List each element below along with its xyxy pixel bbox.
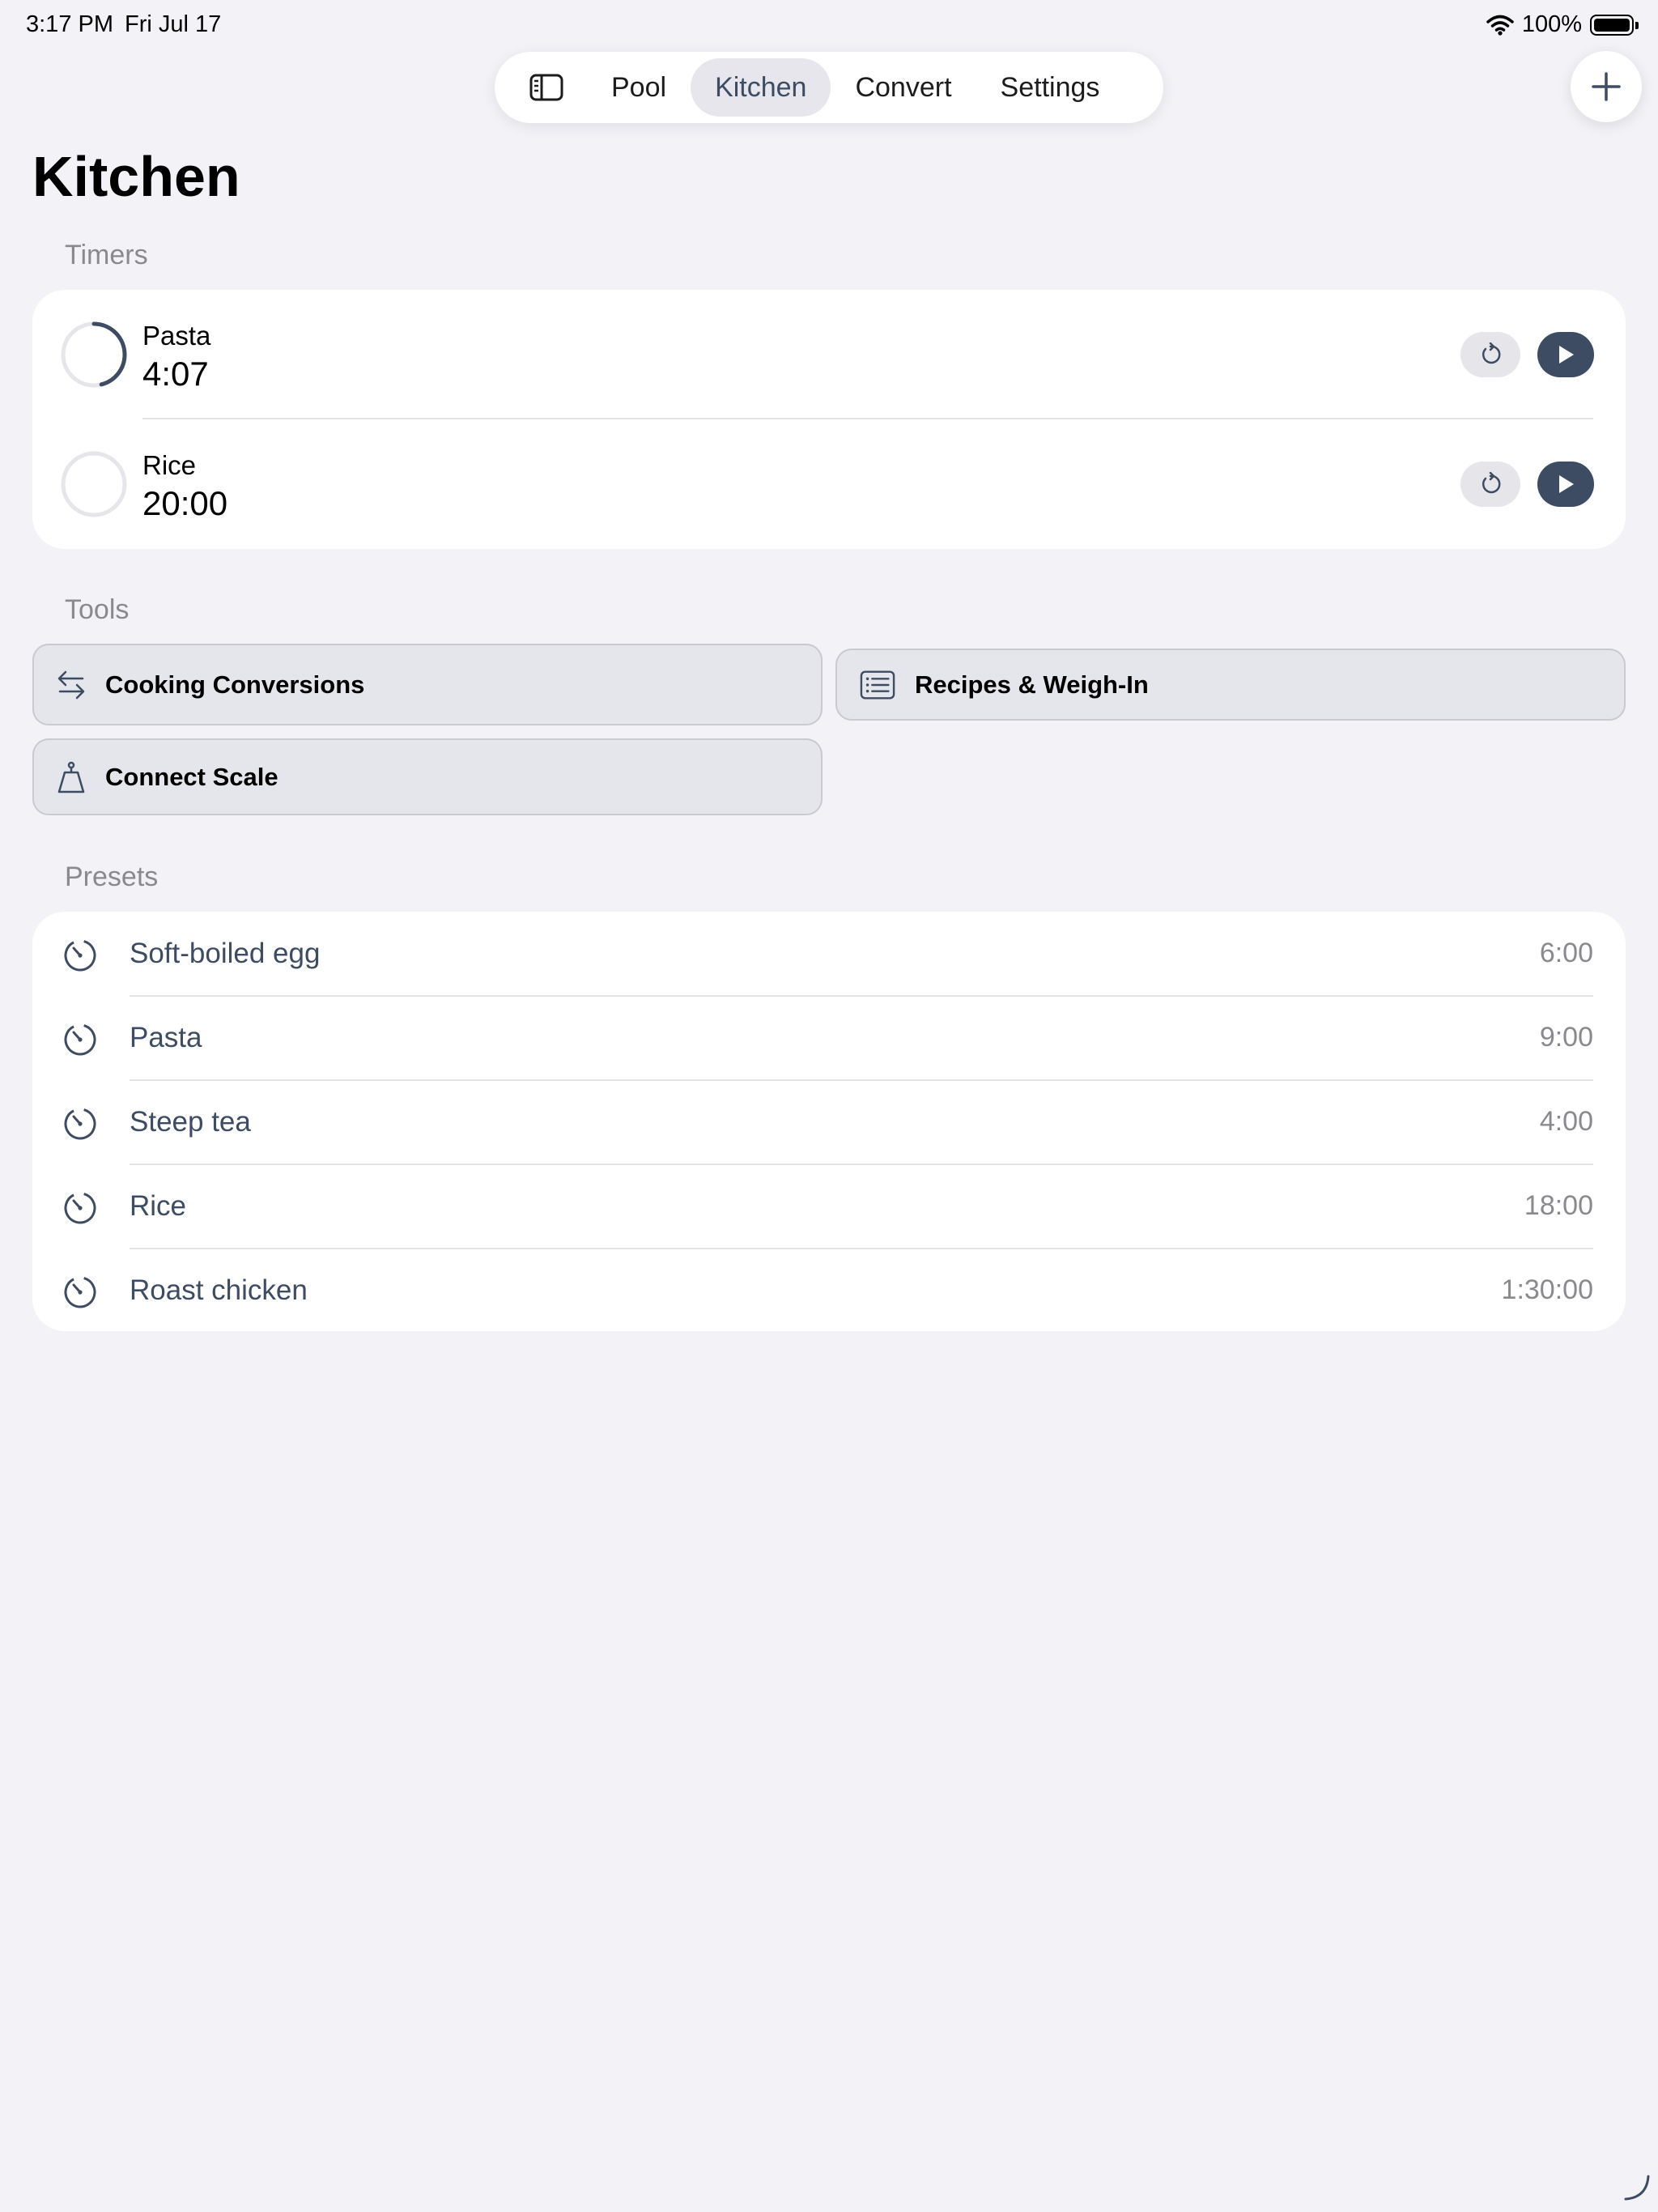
tab-kitchen[interactable]: Kitchen xyxy=(691,58,831,117)
battery-icon xyxy=(1590,14,1639,36)
play-icon xyxy=(1559,346,1574,364)
presets-section-header: Presets xyxy=(65,861,159,892)
timers-card: Pasta 4:07 Rice 20:00 xyxy=(32,290,1626,549)
tool-label: Connect Scale xyxy=(105,762,278,791)
add-button[interactable] xyxy=(1571,51,1642,122)
timer-icon xyxy=(64,1108,96,1140)
status-indicators: 100% xyxy=(1486,11,1639,38)
timer-play-button[interactable] xyxy=(1537,332,1594,377)
preset-row[interactable]: Rice 18:00 xyxy=(32,1164,1626,1249)
sidebar-toggle-button[interactable] xyxy=(506,58,587,117)
tools-section-header: Tools xyxy=(65,594,130,625)
tab-bar: Pool Kitchen Convert Settings xyxy=(495,52,1163,123)
preset-name: Rice xyxy=(130,1190,187,1222)
preset-duration: 6:00 xyxy=(1539,938,1593,968)
timers-section-header: Timers xyxy=(65,240,148,270)
preset-row[interactable]: Roast chicken 1:30:00 xyxy=(32,1249,1626,1333)
preset-row[interactable]: Soft-boiled egg 6:00 xyxy=(32,912,1626,996)
timer-remaining: 20:00 xyxy=(142,484,228,522)
play-icon xyxy=(1559,475,1574,493)
recipes-weigh-in-button[interactable]: Recipes & Weigh-In xyxy=(835,649,1626,721)
cooking-conversions-button[interactable]: Cooking Conversions xyxy=(32,644,823,725)
timer-icon xyxy=(64,1192,96,1224)
preset-duration: 1:30:00 xyxy=(1501,1274,1593,1305)
status-bar: 3:17 PM Fri Jul 17 100% xyxy=(0,0,1658,52)
tab-settings[interactable]: Settings xyxy=(976,58,1124,117)
tab-pool[interactable]: Pool xyxy=(587,58,691,117)
timer-reset-button[interactable] xyxy=(1460,332,1520,377)
preset-name: Pasta xyxy=(130,1022,202,1053)
scale-icon xyxy=(53,759,89,795)
timer-reset-button[interactable] xyxy=(1460,462,1520,507)
preset-duration: 9:00 xyxy=(1539,1022,1593,1053)
timer-icon xyxy=(64,1276,96,1308)
page-title: Kitchen xyxy=(32,145,240,208)
preset-name: Steep tea xyxy=(130,1106,251,1138)
sidebar-icon xyxy=(529,74,563,101)
arrows-left-right-icon xyxy=(53,667,89,703)
timer-progress-ring xyxy=(61,321,127,388)
tool-label: Recipes & Weigh-In xyxy=(915,670,1149,699)
preset-row[interactable]: Pasta 9:00 xyxy=(32,996,1626,1080)
preset-name: Roast chicken xyxy=(130,1274,308,1306)
timer-name: Pasta xyxy=(142,321,211,351)
timer-name: Rice xyxy=(142,450,197,480)
timer-icon xyxy=(64,1023,96,1056)
timer-row-rice[interactable]: Rice 20:00 xyxy=(32,419,1626,549)
presets-card: Soft-boiled egg 6:00 Pasta 9:00 Steep tea 4:0… xyxy=(32,912,1626,1331)
preset-duration: 4:00 xyxy=(1539,1106,1593,1137)
list-icon xyxy=(860,667,895,703)
timer-remaining: 4:07 xyxy=(142,355,209,393)
resize-handle-icon[interactable] xyxy=(1622,2173,1652,2202)
kitchen-screen: 3:17 PM Fri Jul 17 100% Pool Kitchen Con… xyxy=(0,0,1658,2212)
preset-row[interactable]: Steep tea 4:00 xyxy=(32,1080,1626,1164)
tool-label: Cooking Conversions xyxy=(105,670,365,699)
connect-scale-button[interactable]: Connect Scale xyxy=(32,738,823,815)
timer-icon xyxy=(64,939,96,972)
timer-row-pasta[interactable]: Pasta 4:07 xyxy=(32,290,1626,419)
timer-progress-ring xyxy=(61,451,127,517)
preset-name: Soft-boiled egg xyxy=(130,938,321,969)
battery-percentage: 100% xyxy=(1521,11,1582,37)
tab-convert[interactable]: Convert xyxy=(831,58,976,117)
plus-icon xyxy=(1592,72,1621,101)
status-date: Fri Jul 17 xyxy=(125,11,222,37)
wifi-icon xyxy=(1486,15,1514,36)
reset-icon xyxy=(1482,342,1501,364)
timer-play-button[interactable] xyxy=(1537,462,1594,507)
preset-duration: 18:00 xyxy=(1524,1190,1593,1221)
reset-icon xyxy=(1482,472,1501,494)
status-time: 3:17 PM xyxy=(26,11,113,37)
